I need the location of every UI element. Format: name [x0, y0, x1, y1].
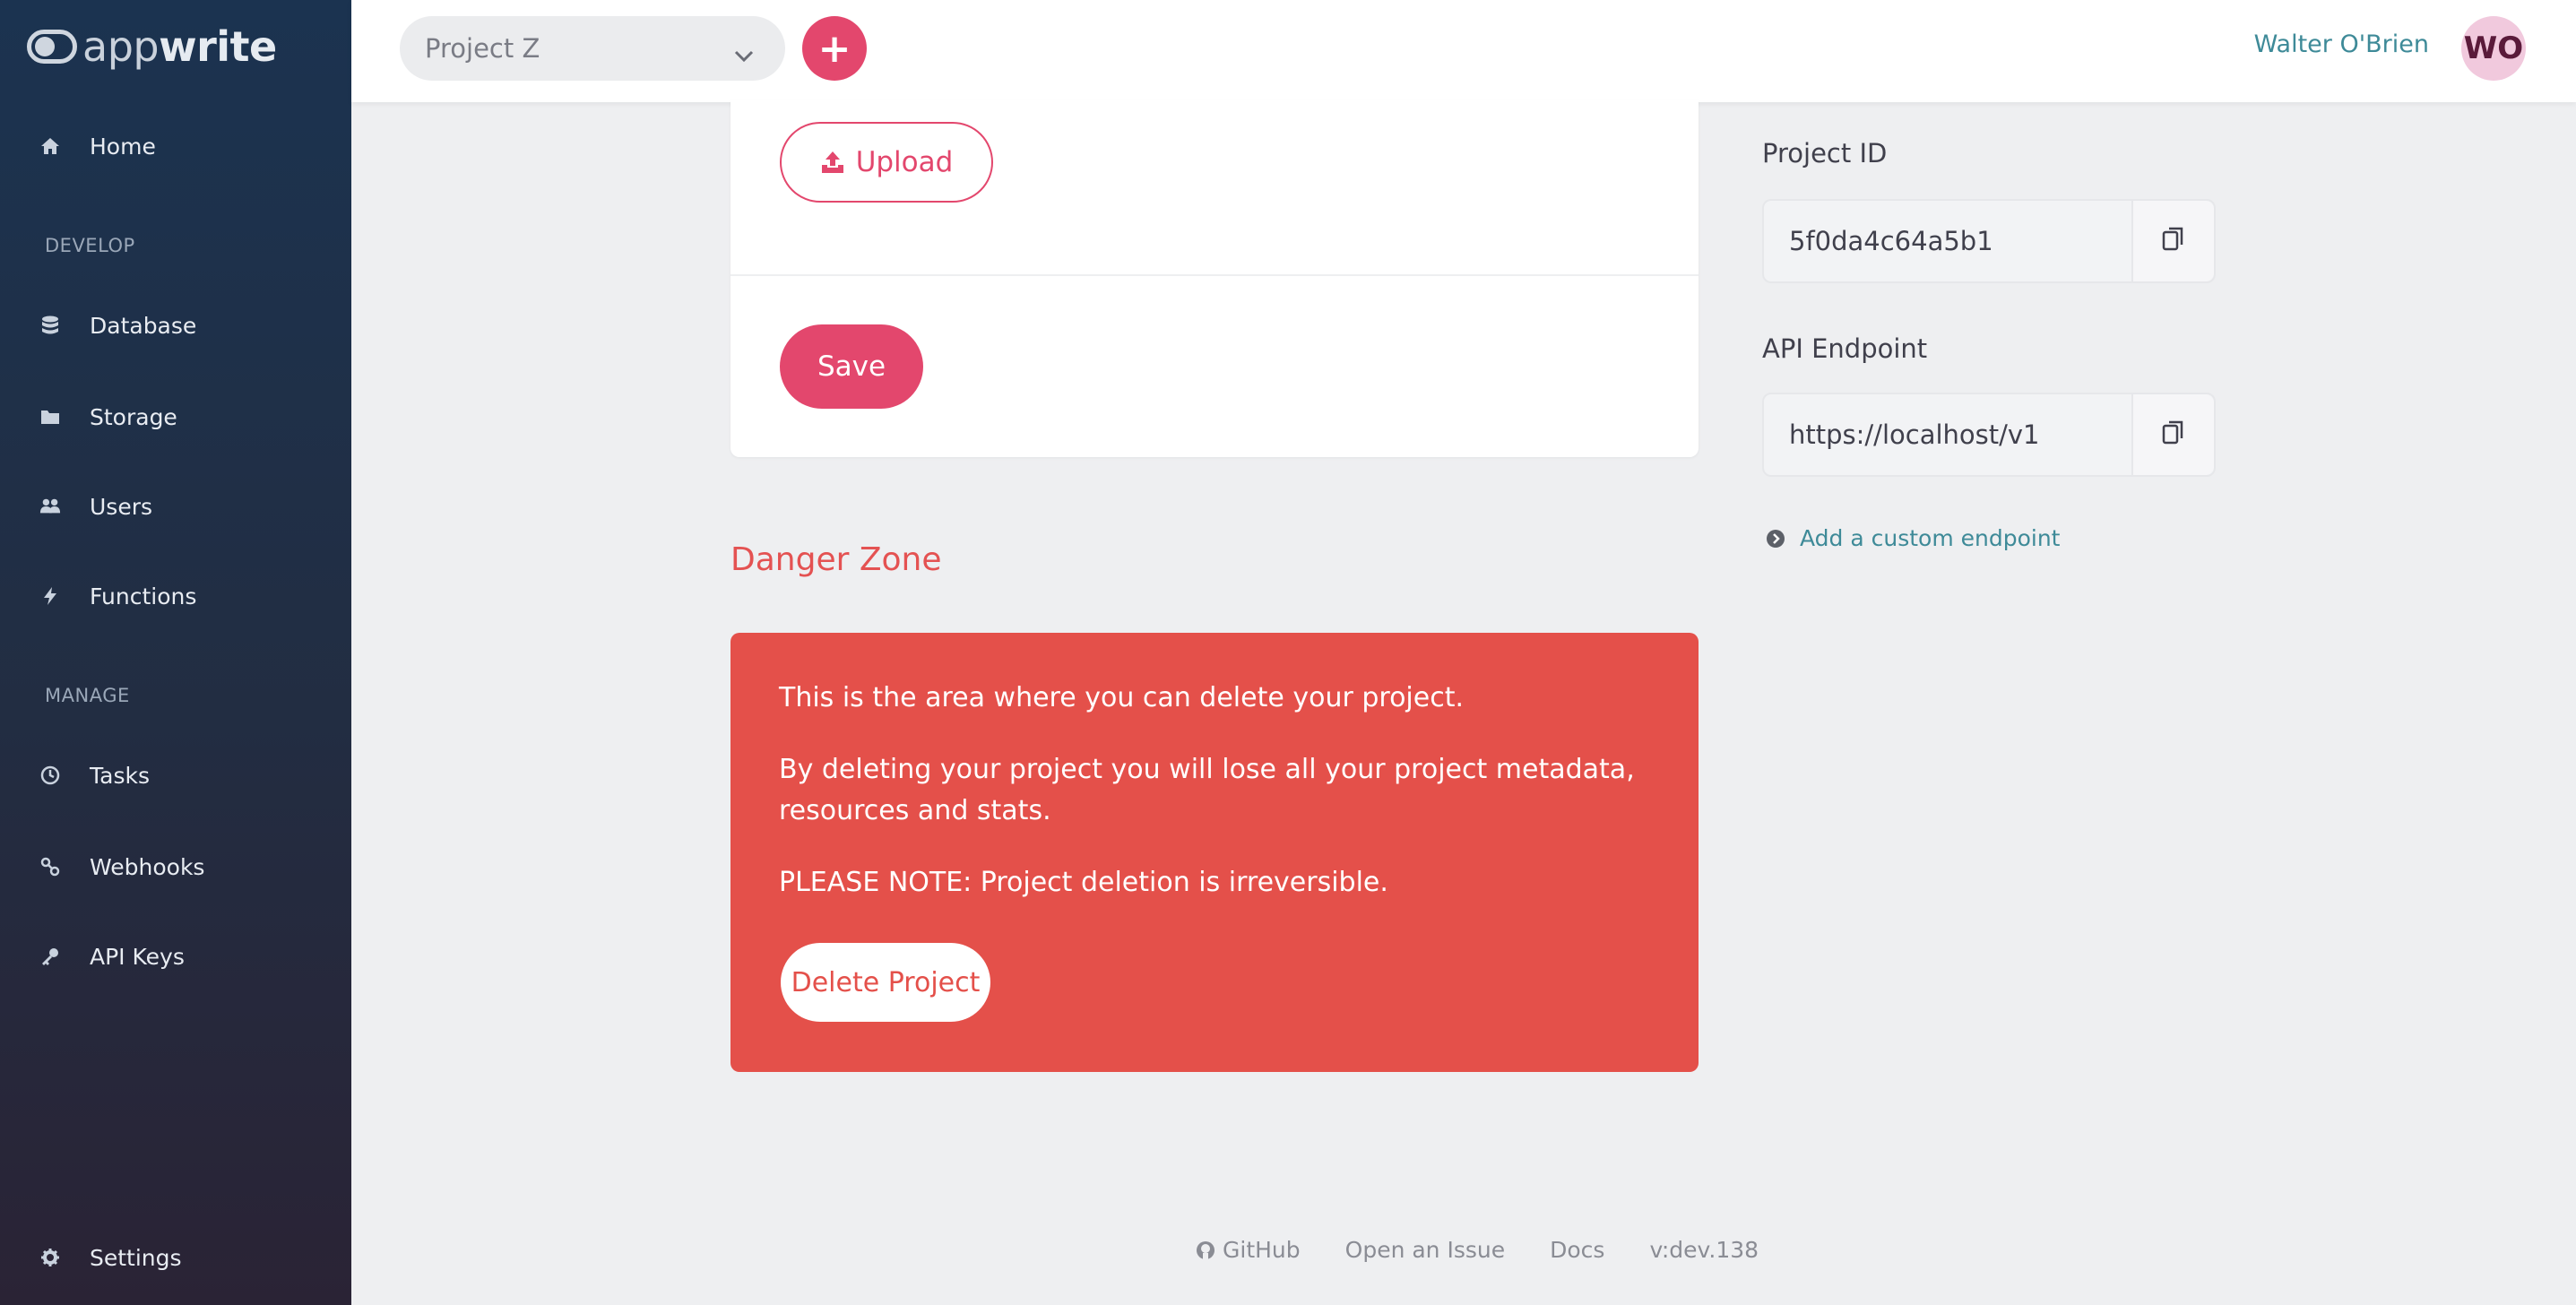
api-endpoint-field: https://localhost/v1 — [1762, 393, 2216, 477]
footer-github-label: GitHub — [1223, 1237, 1301, 1263]
sidebar-item-home[interactable]: Home — [39, 124, 326, 169]
database-icon — [39, 315, 61, 336]
logo-mark-icon — [27, 30, 77, 64]
sidebar-item-functions[interactable]: Functions — [39, 574, 326, 618]
danger-zone-box: This is the area where you can delete yo… — [730, 633, 1699, 1072]
add-custom-endpoint-link[interactable]: Add a custom endpoint — [1766, 525, 2060, 551]
save-button[interactable]: Save — [780, 324, 923, 409]
github-icon — [1196, 1240, 1215, 1260]
sidebar-item-storage[interactable]: Storage — [39, 394, 326, 439]
users-icon — [39, 496, 61, 517]
danger-zone-title: Danger Zone — [730, 541, 942, 578]
sidebar-item-database[interactable]: Database — [39, 303, 326, 348]
chevron-right-circle-icon — [1766, 529, 1785, 549]
card-divider — [730, 274, 1699, 276]
footer: GitHub Open an Issue Docs v:dev.138 — [1196, 1237, 1803, 1263]
copy-project-id-button[interactable] — [2131, 201, 2214, 281]
section-develop: DEVELOP — [45, 235, 135, 256]
user-name[interactable]: Walter O'Brien — [2254, 30, 2429, 58]
copy-icon — [2161, 419, 2186, 450]
logo-text: appwrite — [82, 22, 277, 71]
footer-docs-link[interactable]: Docs — [1550, 1237, 1604, 1263]
section-manage: MANAGE — [45, 685, 130, 706]
sidebar-item-tasks[interactable]: Tasks — [39, 753, 326, 798]
chevron-down-icon — [733, 39, 755, 70]
danger-text-3: PLEASE NOTE: Project deletion is irrever… — [779, 867, 1388, 898]
link-icon — [39, 856, 61, 877]
add-custom-endpoint-label: Add a custom endpoint — [1800, 525, 2061, 551]
bolt-icon — [39, 585, 61, 607]
footer-issue-link[interactable]: Open an Issue — [1345, 1237, 1505, 1263]
sidebar-item-label: Tasks — [90, 762, 150, 789]
sidebar-item-webhooks[interactable]: Webhooks — [39, 844, 326, 889]
sidebar-item-api-keys[interactable]: API Keys — [39, 934, 326, 979]
avatar[interactable]: WO — [2461, 16, 2526, 81]
home-icon — [39, 135, 61, 157]
footer-version: v:dev.138 — [1649, 1237, 1759, 1263]
sidebar-item-label: Settings — [90, 1244, 182, 1271]
folder-icon — [39, 406, 61, 428]
plus-icon: + — [817, 25, 851, 72]
copy-icon — [2161, 226, 2186, 256]
sidebar-item-label: API Keys — [90, 943, 185, 970]
add-project-button[interactable]: + — [802, 16, 867, 81]
sidebar-item-label: Home — [90, 133, 156, 160]
clock-icon — [39, 765, 61, 786]
project-id-value[interactable]: 5f0da4c64a5b1 — [1764, 201, 2131, 281]
project-id-field: 5f0da4c64a5b1 — [1762, 199, 2216, 283]
project-selector-value: Project Z — [425, 33, 540, 64]
footer-github-link[interactable]: GitHub — [1196, 1237, 1301, 1263]
sidebar-item-label: Storage — [90, 403, 177, 430]
upload-label: Upload — [855, 146, 954, 178]
sidebar: appwrite Home DEVELOP Database Storage U… — [0, 0, 351, 1305]
api-endpoint-label: API Endpoint — [1762, 333, 1928, 364]
appwrite-logo[interactable]: appwrite — [27, 18, 277, 75]
danger-text-2: By deleting your project you will lose a… — [779, 754, 1635, 826]
sidebar-item-label: Users — [90, 493, 153, 520]
project-selector[interactable]: Project Z — [400, 16, 785, 81]
upload-button[interactable]: Upload — [780, 122, 993, 203]
danger-text-1: This is the area where you can delete yo… — [779, 682, 1465, 713]
delete-project-button[interactable]: Delete Project — [781, 943, 990, 1022]
upload-icon — [820, 150, 845, 175]
project-id-label: Project ID — [1762, 138, 1888, 169]
sidebar-item-label: Webhooks — [90, 853, 205, 880]
sidebar-item-label: Database — [90, 312, 197, 339]
project-settings-card: Upload Save — [730, 100, 1699, 457]
copy-endpoint-button[interactable] — [2131, 394, 2214, 475]
sidebar-item-settings[interactable]: Settings — [39, 1235, 326, 1280]
api-endpoint-value[interactable]: https://localhost/v1 — [1764, 394, 2131, 475]
top-bar: Project Z + Walter O'Brien WO — [351, 0, 2576, 102]
key-icon — [39, 946, 61, 967]
sidebar-item-users[interactable]: Users — [39, 484, 326, 529]
sidebar-item-label: Functions — [90, 583, 197, 609]
gear-icon — [39, 1247, 61, 1268]
